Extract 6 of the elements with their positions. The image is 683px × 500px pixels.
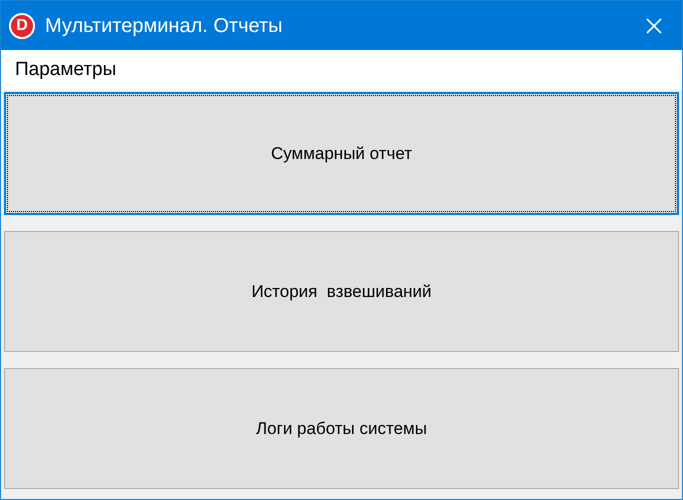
- menu-item[interactable]: Параметры: [9, 56, 122, 84]
- report-button[interactable]: История взвешиваний: [4, 231, 679, 352]
- window-title: Мультитерминал. Отчеты: [45, 14, 282, 38]
- app-logo: D: [9, 12, 35, 38]
- report-button[interactable]: Логи работы системы: [4, 368, 679, 489]
- report-button[interactable]: Суммарный отчет: [4, 92, 679, 215]
